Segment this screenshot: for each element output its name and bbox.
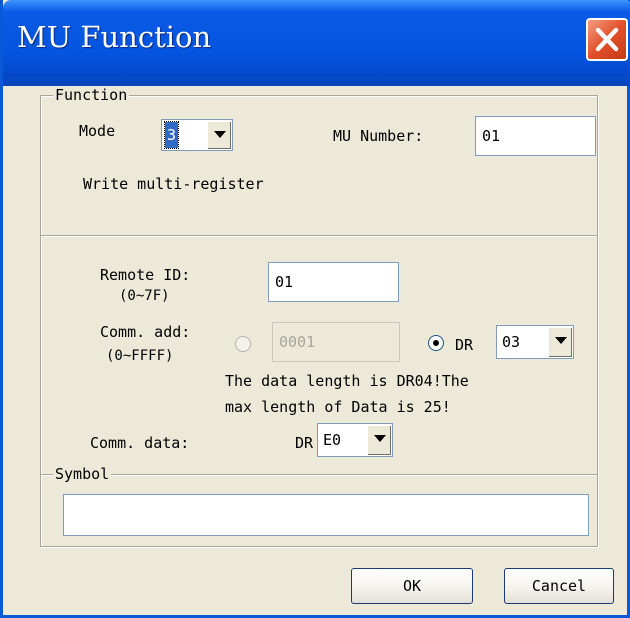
close-icon [595, 27, 619, 52]
comm-data-dropdown-button[interactable] [367, 425, 391, 455]
cancel-button[interactable]: Cancel [504, 568, 614, 604]
window-title: MU Function [17, 20, 212, 54]
comm-data-prefix: DR [295, 434, 314, 452]
ok-button[interactable]: OK [351, 568, 473, 604]
remote-id-range: (0~7F) [119, 288, 170, 304]
remote-id-label: Remote ID: [100, 266, 191, 284]
comm-data-select[interactable]: E0 [317, 423, 393, 457]
chevron-down-icon [555, 337, 567, 344]
mode-label: Mode [79, 122, 116, 140]
comm-data-value: E0 [323, 431, 342, 449]
chevron-down-icon [214, 131, 226, 138]
dr-radio[interactable] [428, 335, 444, 351]
symbol-legend: Symbol [53, 465, 112, 483]
comm-add-range: (0~FFFF) [106, 348, 174, 364]
mu-number-input[interactable]: 01 [475, 116, 596, 156]
function-groupbox [40, 95, 598, 547]
data-length-info-line1: The data length is DR04!The [225, 372, 469, 390]
symbol-divider [41, 474, 597, 476]
function-legend: Function [53, 86, 130, 104]
comm-add-radio[interactable] [235, 336, 251, 352]
close-button[interactable] [586, 18, 628, 61]
remote-id-input[interactable]: 01 [268, 262, 399, 302]
data-length-info-line2: max length of Data is 25! [225, 398, 451, 416]
dr-select[interactable]: 03 [496, 325, 574, 359]
comm-data-label: Comm. data: [90, 434, 190, 452]
mode-dropdown-button[interactable] [207, 121, 231, 149]
mode-description: Write multi-register [83, 175, 264, 193]
mu-number-label: MU Number: [333, 127, 424, 145]
dr-radio-label: DR [455, 336, 474, 354]
dr-value: 03 [502, 333, 521, 351]
comm-add-input[interactable]: 0001 [272, 322, 400, 362]
dr-dropdown-button[interactable] [548, 327, 572, 357]
mode-select[interactable]: 3 [161, 119, 233, 151]
section-divider [41, 235, 597, 237]
comm-add-label: Comm. add: [100, 323, 191, 341]
title-bar[interactable]: MU Function [3, 0, 630, 86]
symbol-input[interactable] [63, 494, 589, 536]
mu-function-dialog: MU Function Function Mode 3 MU Number: 0… [0, 0, 630, 618]
chevron-down-icon [374, 435, 386, 442]
mode-value: 3 [163, 121, 180, 149]
